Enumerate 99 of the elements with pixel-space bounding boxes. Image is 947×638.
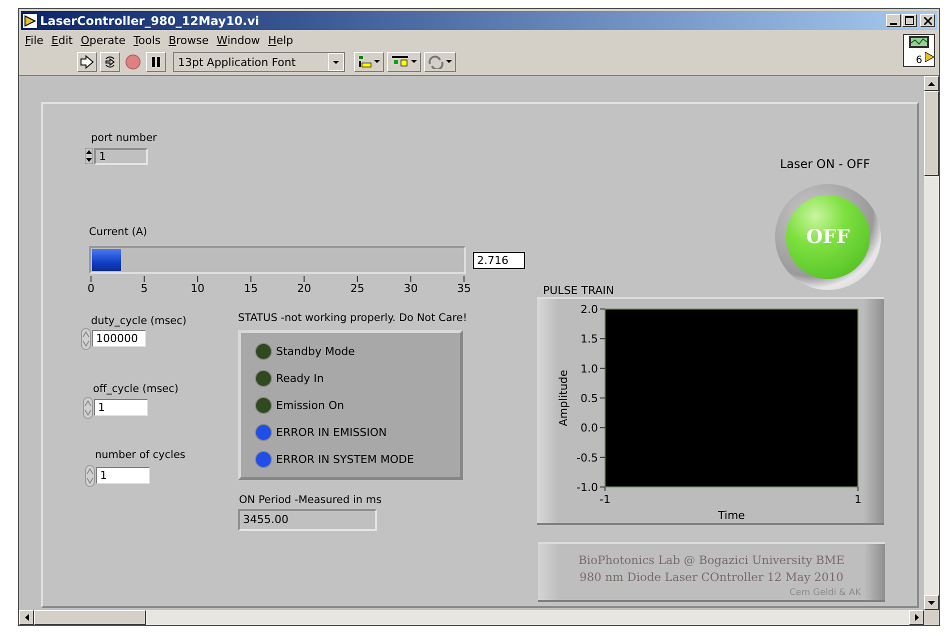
connector-number: 6: [916, 55, 922, 66]
distribute-icon: [391, 55, 409, 69]
led-label: Standby Mode: [276, 344, 355, 358]
numeric-field[interactable]: 100000: [92, 330, 146, 347]
y-tick: 1.5: [580, 332, 606, 346]
y-tick-label: 0.5: [580, 392, 598, 405]
x-tick-label: 1: [854, 493, 862, 506]
minimize-button[interactable]: [886, 14, 901, 27]
y-tick: 0.5: [580, 392, 606, 405]
cycle-arrow-icon: [103, 55, 117, 69]
window-title: LaserController_980_12May10.vi: [40, 14, 260, 28]
field-label: duty_cycle (msec): [91, 315, 186, 328]
y-tick: -0.5: [576, 451, 606, 464]
led-label: ERROR IN EMISSION: [276, 426, 387, 438]
y-tick: 1.0: [580, 362, 606, 376]
run-button[interactable]: [77, 52, 97, 72]
menu-item[interactable]: Operate: [80, 34, 126, 47]
y-tick-label: 2.0: [580, 303, 598, 316]
scale-label: 10: [190, 282, 206, 295]
field-label: off_cycle (msec): [93, 383, 179, 396]
monitor-icon: [908, 35, 930, 49]
distribute-dropdown[interactable]: [387, 52, 421, 72]
menu-item[interactable]: File: [25, 34, 44, 47]
x-axis-label: Time: [718, 509, 745, 522]
caret-icon: [446, 60, 452, 64]
credits-text: BioPhotonics Lab @ Bogazici University BME: [578, 552, 845, 569]
increment-arrows[interactable]: [85, 148, 93, 164]
reorder-dropdown[interactable]: [424, 52, 456, 72]
menu-item[interactable]: Tools: [134, 34, 161, 47]
arrow-icon: [80, 55, 94, 69]
play-icon: [925, 52, 934, 62]
scale-label: 30: [402, 282, 419, 295]
button-label: Laser ON - OFF: [780, 158, 870, 171]
value-display: 2.716: [473, 252, 525, 269]
caret-icon: [374, 60, 380, 64]
maximize-button[interactable]: [902, 14, 917, 27]
scale-label: 5: [140, 282, 149, 295]
scroll-up-button[interactable]: [924, 76, 939, 91]
menu-item[interactable]: Edit: [51, 34, 73, 47]
down-arrow-icon: [928, 600, 935, 604]
minimize-icon: [890, 22, 897, 24]
connector-pane[interactable]: 6: [903, 34, 935, 67]
left-arrow-icon: [24, 614, 28, 621]
field-label: ON Period -Measured in ms: [239, 494, 382, 507]
scale-label: 15: [242, 282, 259, 295]
scroll-thumb[interactable]: [924, 91, 939, 176]
numeric-field: 1: [94, 148, 148, 165]
led-label: Ready In: [276, 372, 324, 384]
led-label: Emission On: [276, 398, 344, 412]
run-continuously-button[interactable]: [100, 52, 120, 72]
credits-text: 980 nm Diode Laser COntroller 12 May 2010: [580, 569, 844, 586]
scroll-thumb[interactable]: [34, 610, 146, 625]
pause-icon: [151, 56, 161, 68]
scale-label: 25: [349, 282, 366, 295]
menu-item[interactable]: Window: [216, 34, 260, 47]
vertical-scrollbar[interactable]: [924, 76, 939, 610]
led-label: ERROR IN SYSTEM MODE: [276, 452, 414, 466]
scale-label: 35: [456, 282, 472, 295]
y-tick-label: -1.0: [576, 481, 598, 494]
scroll-right-button[interactable]: [909, 610, 924, 625]
chart-title: PULSE TRAIN: [543, 284, 614, 297]
stop-icon: [125, 54, 141, 70]
indicator-field: 3455.00: [238, 509, 377, 531]
up-arrow-icon: [928, 82, 935, 86]
numeric-field[interactable]: 1: [94, 399, 148, 416]
caret-icon: [328, 53, 344, 71]
y-axis-label: Amplitude: [557, 370, 570, 426]
scale-label: 20: [296, 282, 312, 295]
menu-item[interactable]: Help: [268, 34, 294, 47]
font-dropdown[interactable]: 13pt Application Font: [173, 52, 345, 72]
y-tick: 0.0: [580, 422, 606, 435]
maximize-icon: [905, 16, 914, 25]
pause-button[interactable]: [146, 52, 166, 72]
y-tick-label: 1.0: [580, 362, 598, 376]
menu-item[interactable]: Browse: [168, 34, 209, 47]
scale-label: 0: [86, 282, 96, 295]
field-label: number of cycles: [95, 449, 186, 462]
y-tick-label: 1.5: [580, 332, 598, 346]
y-tick-label: -0.5: [576, 451, 598, 464]
slider-label: Current (A): [89, 226, 148, 239]
align-dropdown[interactable]: [354, 52, 384, 72]
horizontal-scrollbar[interactable]: [19, 610, 924, 625]
scroll-down-button[interactable]: [924, 595, 939, 610]
right-arrow-icon: [914, 614, 918, 621]
close-button[interactable]: [920, 14, 935, 27]
numeric-field[interactable]: 1: [96, 467, 150, 484]
x-tick-label: -1: [600, 493, 610, 506]
y-tick: 2.0: [580, 303, 606, 316]
caret-icon: [411, 60, 417, 64]
close-icon: [924, 16, 932, 24]
slider-track[interactable]: [89, 246, 466, 274]
y-tick-label: 0.0: [580, 422, 598, 435]
run-arrow-icon: [23, 14, 37, 28]
scroll-left-button[interactable]: [19, 610, 34, 625]
reorder-icon: [428, 55, 444, 69]
status-label: STATUS -not working properly. Do Not Care!: [238, 312, 468, 325]
x-tick: 1: [854, 486, 862, 506]
field-label: port number: [91, 132, 157, 145]
align-icon: [358, 55, 372, 69]
